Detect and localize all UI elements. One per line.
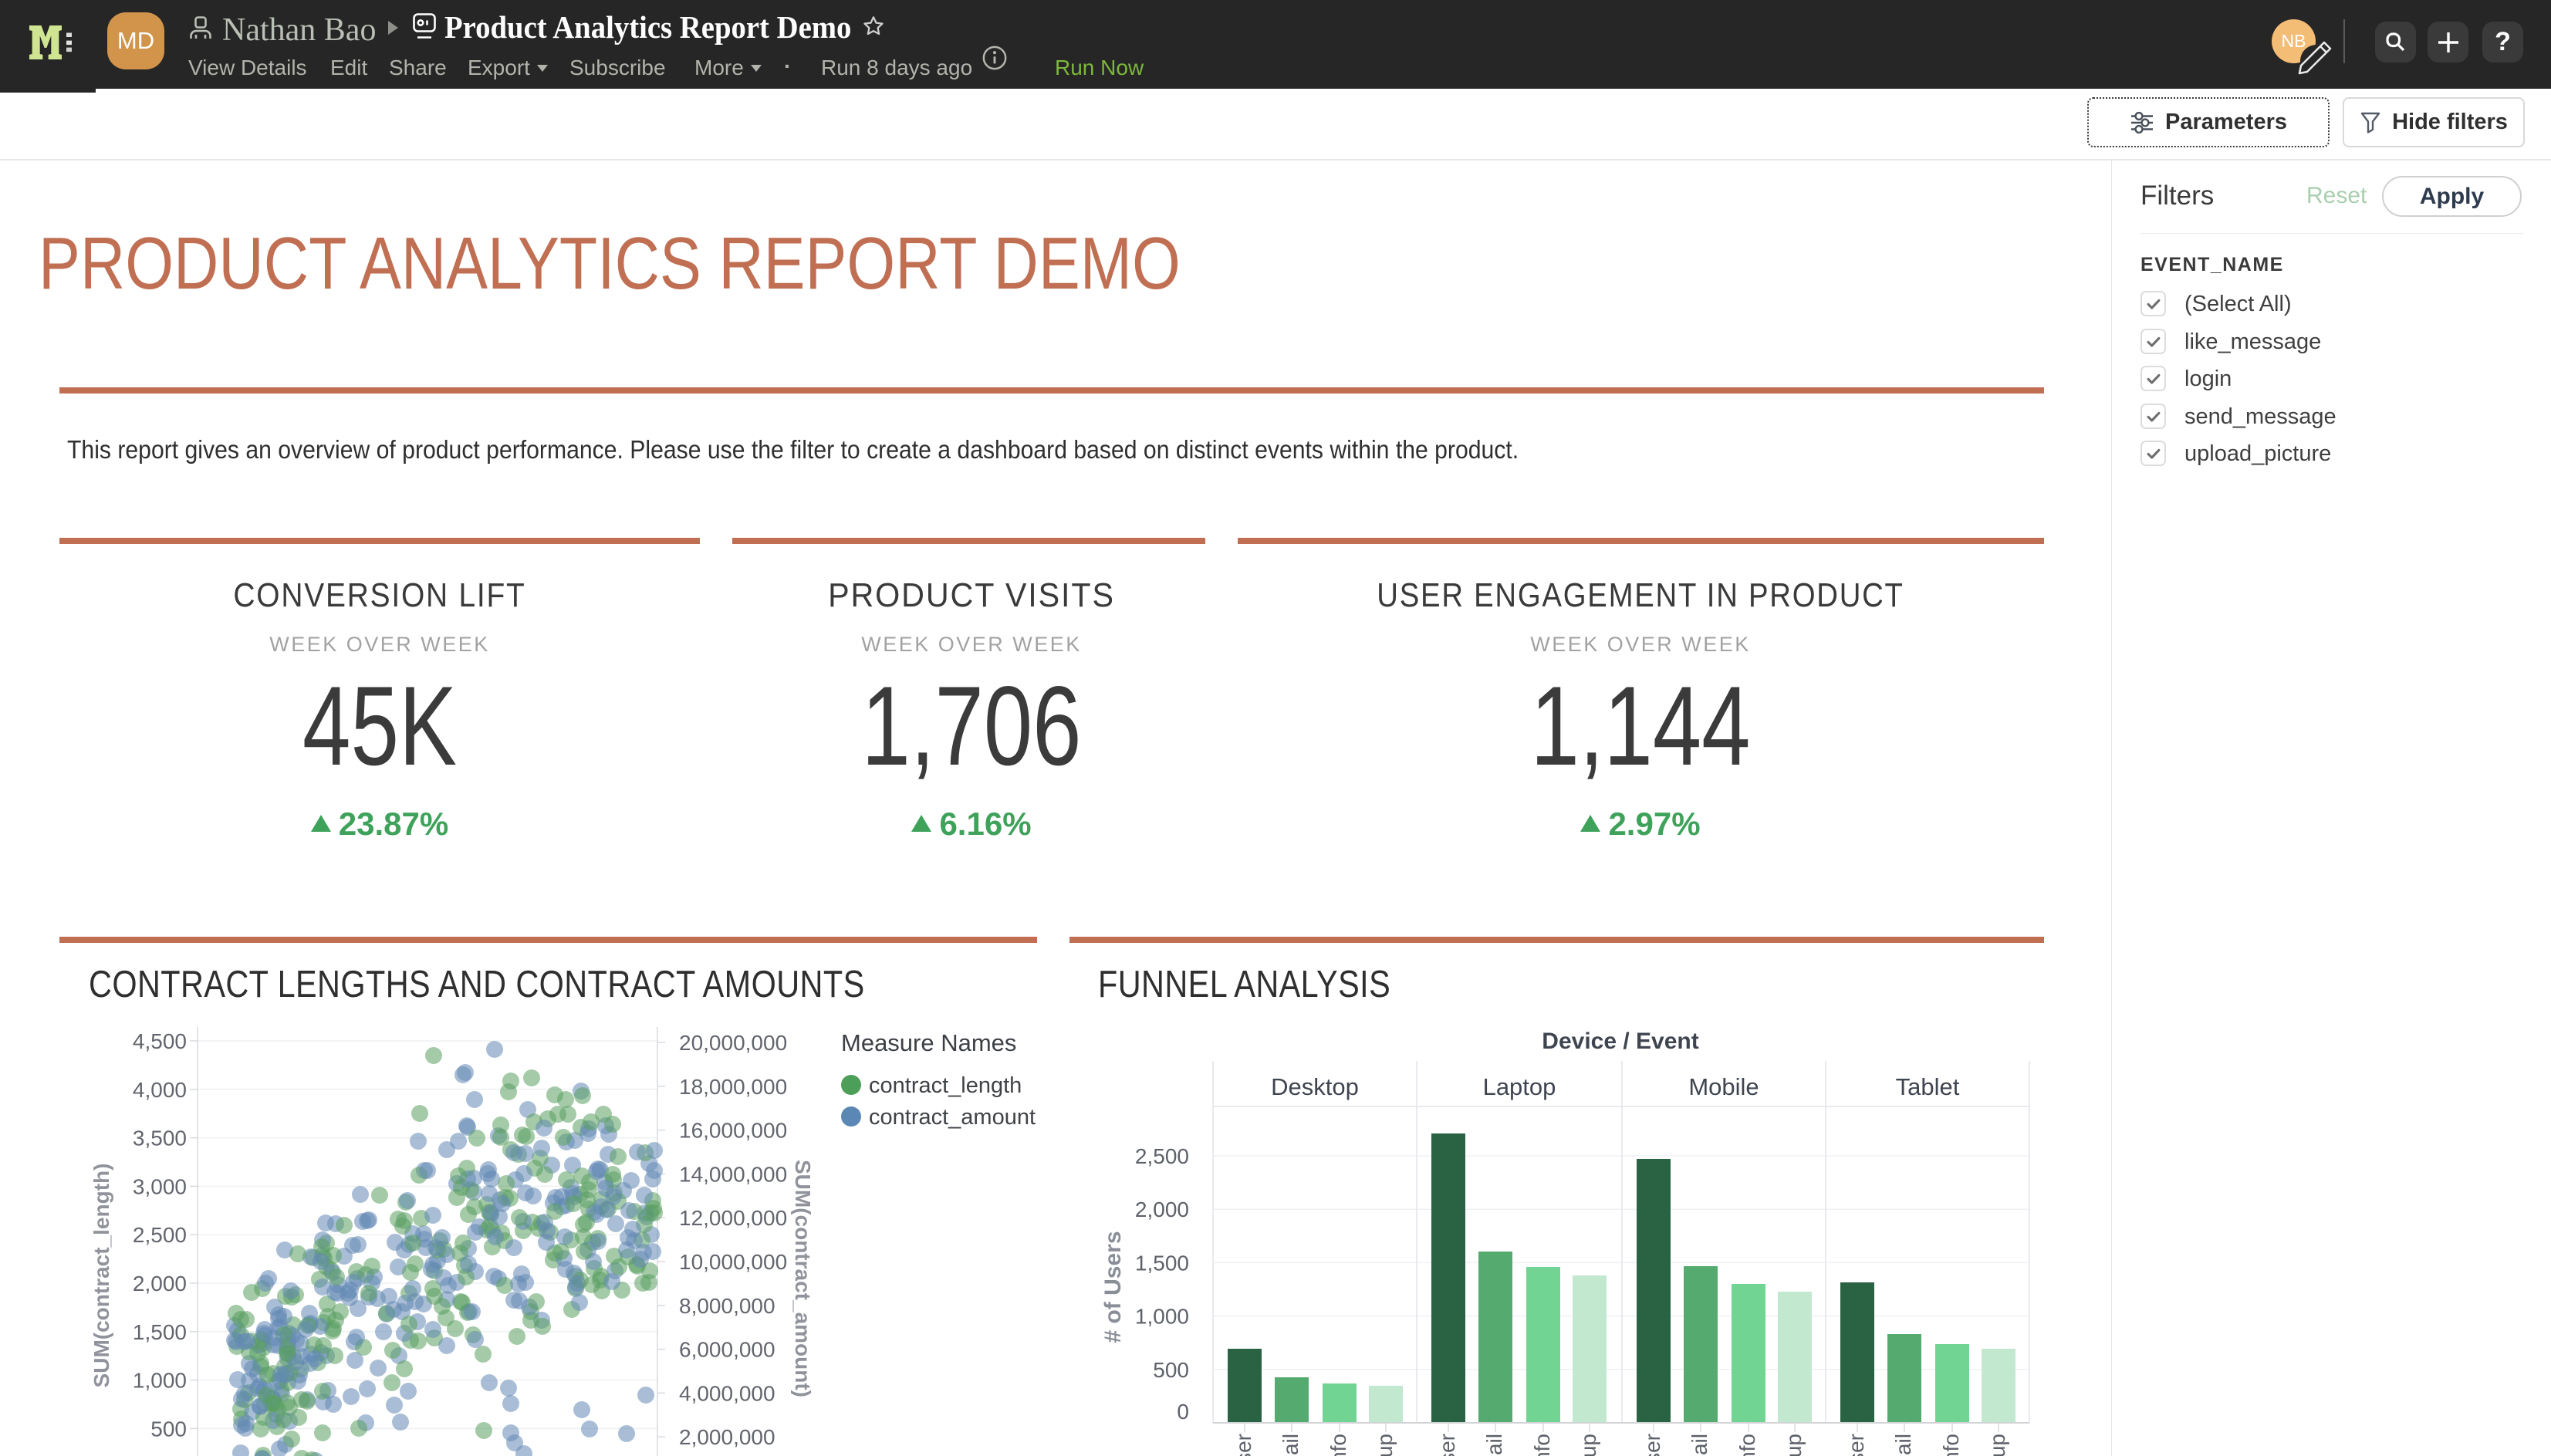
svg-text:2,000,000: 2,000,000 <box>679 1425 775 1449</box>
svg-text:14,000,000: 14,000,000 <box>679 1162 787 1186</box>
svg-text:1,500: 1,500 <box>1135 1251 1189 1275</box>
svg-text:input_email: input_email <box>1279 1434 1303 1456</box>
svg-text:500: 500 <box>150 1417 187 1441</box>
svg-text:# of Users: # of Users <box>1100 1231 1126 1343</box>
svg-text:SUM(contract_length): SUM(contract_length) <box>90 1164 113 1388</box>
svg-text:sign_up: sign_up <box>1782 1434 1806 1456</box>
svg-text:sign_up: sign_up <box>1576 1434 1600 1456</box>
svg-text:10,000,000: 10,000,000 <box>679 1250 787 1274</box>
svg-text:Measure Names: Measure Names <box>841 1029 1016 1056</box>
svg-text:16,000,000: 16,000,000 <box>679 1119 787 1143</box>
svg-text:personal_info: personal_info <box>1530 1434 1554 1456</box>
svg-text:4,000: 4,000 <box>133 1078 187 1102</box>
svg-text:Device / Event: Device / Event <box>1542 1029 1698 1054</box>
svg-text:2,500: 2,500 <box>1135 1144 1189 1168</box>
svg-text:2,000: 2,000 <box>133 1272 187 1296</box>
svg-text:Desktop: Desktop <box>1271 1073 1359 1100</box>
svg-text:create_user: create_user <box>1640 1434 1664 1456</box>
svg-text:Mobile: Mobile <box>1688 1073 1759 1100</box>
svg-text:personal_info: personal_info <box>1939 1434 1963 1456</box>
svg-text:8,000,000: 8,000,000 <box>679 1294 775 1318</box>
svg-text:create_user: create_user <box>1232 1434 1255 1456</box>
svg-text:3,000: 3,000 <box>133 1174 187 1198</box>
svg-text:500: 500 <box>1153 1358 1189 1382</box>
svg-text:sign_up: sign_up <box>1373 1434 1397 1456</box>
svg-text:personal_info: personal_info <box>1326 1434 1350 1456</box>
svg-text:contract_length: contract_length <box>869 1073 1022 1098</box>
svg-text:3,500: 3,500 <box>133 1127 187 1150</box>
svg-text:SUM(contract_amount): SUM(contract_amount) <box>791 1160 815 1397</box>
svg-text:2,500: 2,500 <box>133 1223 187 1247</box>
svg-text:6,000,000: 6,000,000 <box>679 1338 775 1362</box>
svg-text:0: 0 <box>1177 1400 1189 1424</box>
svg-text:1,000: 1,000 <box>133 1369 187 1393</box>
svg-text:1,500: 1,500 <box>133 1320 187 1344</box>
svg-text:Laptop: Laptop <box>1483 1073 1556 1100</box>
svg-text:Tablet: Tablet <box>1896 1073 1960 1100</box>
svg-text:input_email: input_email <box>1688 1434 1711 1456</box>
svg-text:4,000,000: 4,000,000 <box>679 1381 775 1405</box>
svg-text:sign_up: sign_up <box>1985 1434 2009 1456</box>
svg-text:20,000,000: 20,000,000 <box>679 1031 787 1055</box>
svg-text:contract_amount: contract_amount <box>869 1105 1036 1130</box>
svg-text:4,500: 4,500 <box>133 1029 187 1053</box>
svg-text:1,000: 1,000 <box>1135 1305 1189 1329</box>
svg-text:create_user: create_user <box>1844 1434 1868 1456</box>
svg-text:create_user: create_user <box>1435 1434 1459 1456</box>
svg-text:input_email: input_email <box>1482 1434 1506 1456</box>
svg-text:12,000,000: 12,000,000 <box>679 1206 787 1230</box>
svg-text:input_email: input_email <box>1891 1434 1915 1456</box>
svg-text:18,000,000: 18,000,000 <box>679 1075 787 1099</box>
svg-text:personal_info: personal_info <box>1735 1434 1759 1456</box>
svg-text:2,000: 2,000 <box>1135 1198 1189 1221</box>
